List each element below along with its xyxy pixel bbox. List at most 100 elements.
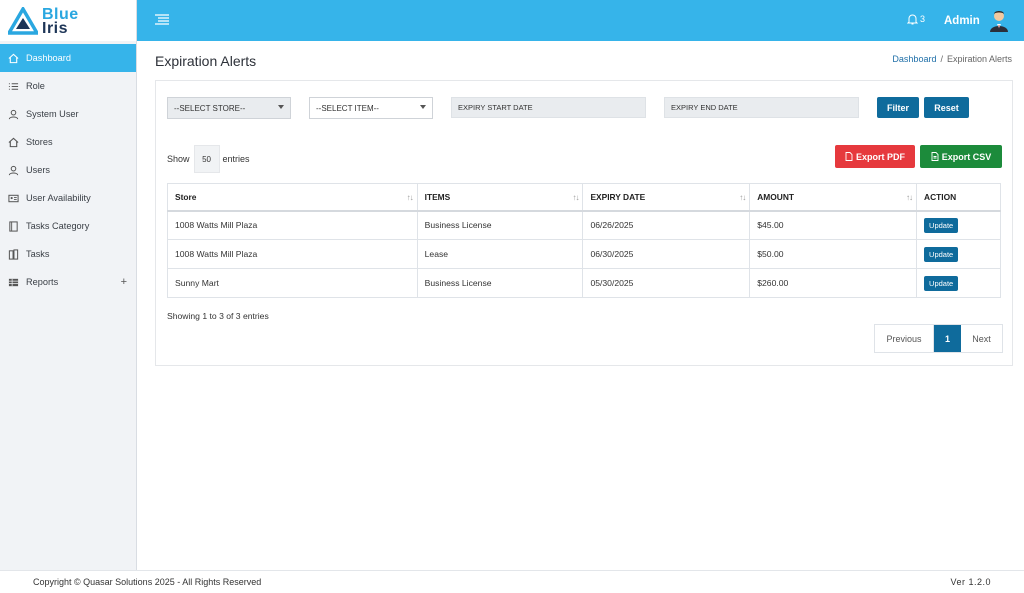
hamburger-menu-icon[interactable] [155,14,169,26]
user-icon [7,164,19,176]
table-icon [7,276,19,288]
table-row: Sunny Mart Business License 05/30/2025 $… [167,268,1001,298]
cell-expiry-date: 05/30/2025 [582,268,751,298]
file-pdf-icon [845,152,853,161]
sidebar-nav: Dashboard Role System User Stores Users … [0,44,136,296]
column-header-label: ACTION [924,191,957,202]
sidebar-item-label: Tasks [26,249,50,259]
cell-amount: $260.00 [749,268,918,298]
update-button[interactable]: Update [924,217,959,233]
logo-triangle-icon [8,6,38,35]
export-csv-label: Export CSV [941,151,992,162]
column-header-label: EXPIRY DATE [590,191,646,202]
bell-icon [907,14,918,25]
cell-store: 1008 Watts Mill Plaza [167,210,418,240]
expiry-start-date-input[interactable]: EXPIRY START DATE [451,97,646,118]
cell-expiry-date: 06/26/2025 [582,210,751,240]
chevron-down-icon [420,105,426,109]
sidebar-item-user-availability[interactable]: User Availability [0,184,136,212]
cell-item: Lease [416,239,584,269]
column-header-amount[interactable]: AMOUNT ↑↓ [749,183,918,212]
notification-count: 3 [920,14,926,24]
column-header-expiry-date[interactable]: EXPIRY DATE ↑↓ [582,183,751,212]
sidebar: Blue Iris Dashboard Role System User Sto… [0,0,137,570]
table-row: 1008 Watts Mill Plaza Business License 0… [167,210,1001,240]
logo[interactable]: Blue Iris [0,0,136,41]
chevron-down-icon [278,105,284,109]
update-button[interactable]: Update [924,246,959,262]
pagination-previous-button[interactable]: Previous [875,325,934,352]
sidebar-item-label: Tasks Category [26,221,90,231]
show-entries: Show 50 entries [167,145,250,173]
export-pdf-label: Export PDF [855,151,905,162]
pagination-next-button[interactable]: Next [961,325,1002,352]
show-entries-suffix: entries [222,154,250,164]
sidebar-item-label: Dashboard [26,53,71,63]
sidebar-item-system-user[interactable]: System User [0,100,136,128]
user-name[interactable]: Admin [944,15,980,27]
item-select-value: --SELECT ITEM-- [316,103,379,113]
list-icon [7,80,19,92]
sidebar-item-label: User Availability [26,193,91,203]
show-entries-label: Show [167,154,190,164]
sidebar-item-label: Role [26,81,45,91]
column-header-items[interactable]: ITEMS ↑↓ [416,183,584,212]
export-pdf-button[interactable]: Export PDF [835,145,915,168]
avatar-icon[interactable] [989,9,1009,32]
copyright-text: Copyright © Quasar Solutions 2025 - All … [33,577,262,587]
pagination-page-1[interactable]: 1 [934,325,961,352]
item-select[interactable]: --SELECT ITEM-- [309,97,433,119]
sidebar-item-tasks[interactable]: Tasks [0,240,136,268]
expiry-end-date-input[interactable]: EXPIRY END DATE [664,97,859,118]
cell-store: 1008 Watts Mill Plaza [167,239,418,269]
sort-icon: ↑↓ [572,193,579,202]
expiration-alerts-table: Store ↑↓ ITEMS ↑↓ EXPIRY DATE ↑↓ AMOUNT ↑↓ A… [167,183,1001,298]
sidebar-item-reports[interactable]: Reports + [0,268,136,296]
sort-icon: ↑↓ [406,193,414,202]
top-header: 3 Admin [137,0,1024,41]
sort-icon: ↑↓ [739,193,746,202]
home-icon [7,52,19,64]
cell-action: Update [916,268,1001,298]
file-csv-icon [931,152,939,161]
store-select[interactable]: --SELECT STORE-- [167,97,291,119]
breadcrumb-current: Expiration Alerts [946,54,1012,64]
cell-item: Business License [416,210,584,240]
cell-item: Business License [416,268,584,298]
sidebar-item-stores[interactable]: Stores [0,128,136,156]
sidebar-item-users[interactable]: Users [0,156,136,184]
entries-select[interactable]: 50 [193,145,220,173]
column-header-label: Store [175,191,197,202]
store-select-value: --SELECT STORE-- [174,103,246,113]
footer: Copyright © Quasar Solutions 2025 - All … [0,570,1024,593]
update-button[interactable]: Update [924,275,959,291]
pagination: Previous 1 Next [874,324,1003,353]
cell-expiry-date: 06/30/2025 [582,239,751,269]
column-header-label: ITEMS [424,191,451,202]
sidebar-item-dashboard[interactable]: Dashboard [0,44,136,72]
table-header-row: Store ↑↓ ITEMS ↑↓ EXPIRY DATE ↑↓ AMOUNT ↑↓ A… [167,183,1001,212]
filter-button[interactable]: Filter [877,97,919,118]
home-icon [7,136,19,148]
column-header-store[interactable]: Store ↑↓ [167,183,418,212]
page-title: Expiration Alerts [155,53,257,69]
breadcrumb-home-link[interactable]: Dashboard [892,54,936,64]
expand-plus-icon[interactable]: + [121,276,127,288]
book-icon [7,220,19,232]
cell-store: Sunny Mart [167,268,418,298]
sidebar-item-label: Reports [26,277,59,287]
sidebar-item-tasks-category[interactable]: Tasks Category [0,212,136,240]
notification-bell[interactable]: 3 [907,13,925,25]
expiration-alerts-panel: --SELECT STORE-- --SELECT ITEM-- EXPIRY … [155,80,1013,366]
cell-action: Update [916,210,1001,240]
version-text: Ver 1.2.0 [950,577,991,587]
export-csv-button[interactable]: Export CSV [920,145,1002,168]
cell-amount: $45.00 [749,210,918,240]
sidebar-item-role[interactable]: Role [0,72,136,100]
sidebar-item-label: System User [26,109,79,119]
sidebar-item-label: Stores [26,137,53,147]
user-icon [7,108,19,120]
breadcrumb: Dashboard / Expiration Alerts [892,54,1012,64]
logo-line2: Iris [42,19,69,37]
reset-button[interactable]: Reset [924,97,969,118]
